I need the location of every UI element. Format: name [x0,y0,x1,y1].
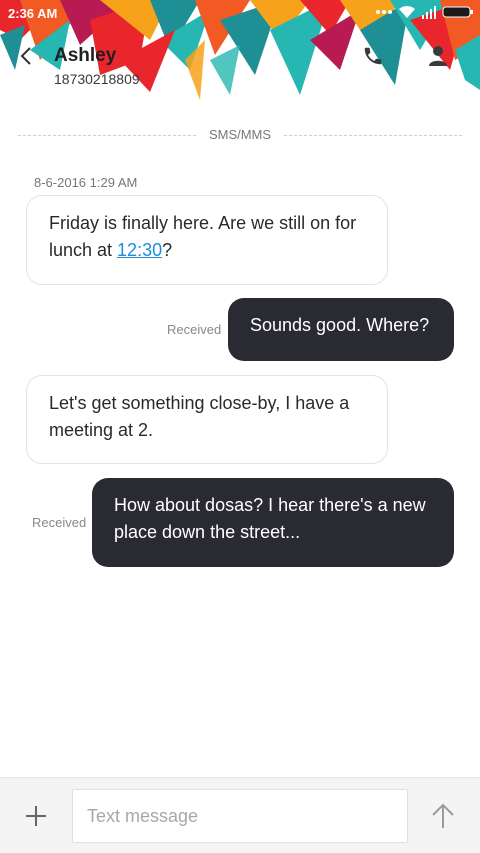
wifi-icon [399,5,415,18]
back-arrow-icon[interactable] [16,44,36,68]
incoming-message-bubble[interactable]: Friday is finally here. Are we still on … [26,195,388,285]
person-icon[interactable] [428,45,448,67]
message-text: Let's get something close-by, I have a m… [49,393,350,440]
delivery-status: Received [32,515,87,530]
incoming-message-bubble[interactable]: Let's get something close-by, I have a m… [26,375,388,464]
channel-label: SMS/MMS [208,127,272,142]
time-link[interactable]: 12:30 [117,240,162,260]
message-text: Friday is finally here. Are we still on … [49,213,357,260]
status-time: 2:36 AM [8,6,58,21]
outgoing-message-bubble[interactable]: Sounds good. Where? [228,298,454,361]
send-arrow-icon[interactable] [430,802,456,830]
contact-name: Ashley [54,45,117,66]
message-text: How about dosas? I hear there's a new pl… [114,495,426,542]
battery-icon [442,6,473,18]
message-timestamp: 8-6-2016 1:29 AM [34,175,138,190]
status-bar: 2:36 AM [0,0,480,28]
divider-line-right [284,135,462,136]
contact-number: 18730218809 [54,71,140,87]
outgoing-message-bubble[interactable]: How about dosas? I hear there's a new pl… [92,478,454,567]
messaging-screen: 2:36 AM Ashley 18730218809 SMS/MMS 8-6-2… [0,0,480,853]
message-text: Sounds good. Where? [250,315,430,335]
more-dots-icon [376,10,392,14]
divider-line-left [18,135,196,136]
status-icons [376,5,474,19]
message-text: ? [162,240,173,260]
message-input[interactable] [72,789,408,843]
signal-icon [422,6,436,19]
delivery-status: Received [167,322,222,337]
conversation-header: 2:36 AM Ashley 18730218809 [0,0,480,100]
plus-icon[interactable] [22,802,50,830]
phone-icon[interactable] [362,45,384,67]
channel-divider: SMS/MMS [18,127,462,143]
message-composer [0,777,480,853]
